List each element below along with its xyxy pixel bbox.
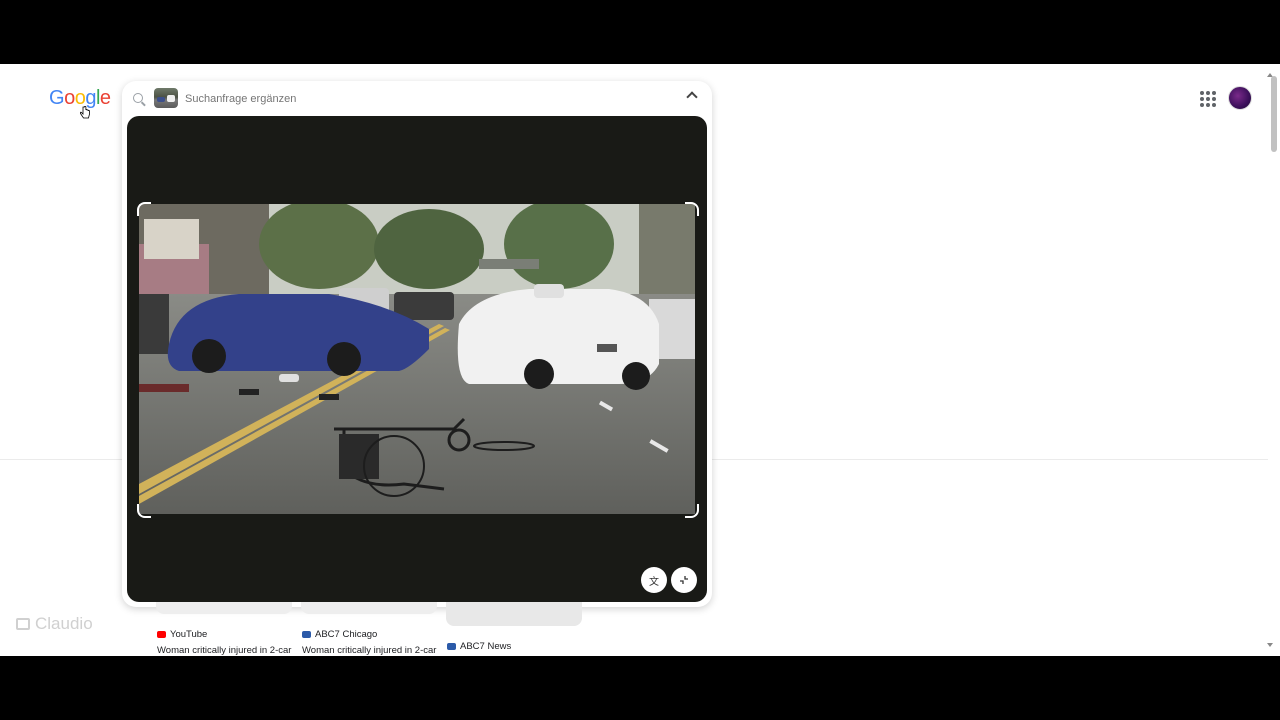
header-actions [1196,86,1252,110]
translate-icon: 文 [649,576,659,588]
crop-handle-top-right[interactable] [685,202,699,216]
visual-matches: YouTube Woman critically injured in 2-ca… [0,602,1280,656]
collapse-icon [680,576,688,584]
youtube-icon [157,631,166,638]
query-image[interactable] [139,204,695,514]
crop-handle-bottom-right[interactable] [685,504,699,518]
query-image-thumbnail[interactable] [154,88,178,108]
result-source-label: YouTube [170,629,208,640]
result-source-label: ABC7 Chicago [315,629,378,640]
crop-handle-bottom-left[interactable] [137,504,151,518]
result-title[interactable]: Woman critically injured in 2-car [157,645,297,656]
monitor-icon [16,618,30,630]
logo-letter: G [49,87,65,109]
result-thumbnail[interactable] [301,602,437,614]
hand-cursor-icon [80,106,90,119]
lens-search-panel: 文 [122,81,712,607]
chevron-up-icon[interactable] [686,91,698,103]
search-bar [122,81,712,115]
result-source-label: ABC7 News [460,641,512,652]
collapse-button[interactable] [671,567,697,593]
scroll-down-arrow-icon[interactable] [1267,643,1273,647]
abc7-icon [302,631,311,638]
result-source: ABC7 News [447,641,511,652]
scrollbar[interactable] [1267,70,1277,650]
watermark-text: Claudio [35,614,93,633]
crop-handle-top-left[interactable] [137,202,151,216]
watermark: Claudio [16,614,93,634]
translate-button[interactable]: 文 [641,567,667,593]
result-thumbnail[interactable] [156,602,292,614]
lens-image-viewer: 文 [127,116,707,602]
logo-letter: e [99,87,111,109]
logo-letter: o [64,87,75,109]
result-source: YouTube [157,629,207,640]
result-source: ABC7 Chicago [302,629,377,640]
search-input[interactable] [185,90,655,108]
scrollbar-thumb[interactable] [1271,76,1277,152]
account-avatar[interactable] [1228,86,1252,110]
result-thumbnail[interactable] [446,602,582,626]
result-title[interactable]: Woman critically injured in 2-car [302,645,442,656]
abc7-icon [447,643,456,650]
browser-viewport: Google Suchanfrage ergänzen 文 YouTube Wo… [0,64,1280,656]
search-icon [133,93,143,103]
apps-grid-icon[interactable] [1196,87,1218,109]
